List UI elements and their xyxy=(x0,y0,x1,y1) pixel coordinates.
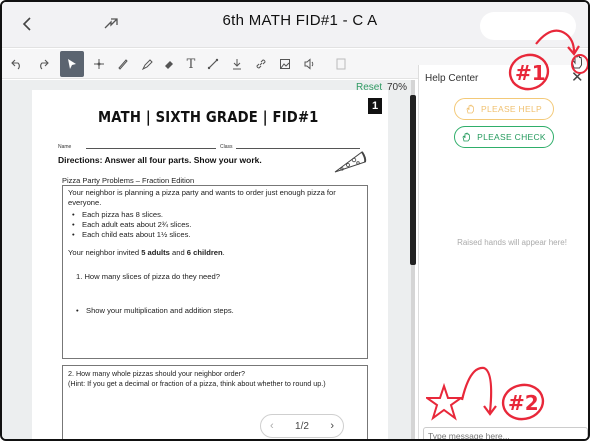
please-check-button[interactable]: PLEASE CHECK xyxy=(454,126,554,148)
page-number-badge: 1 xyxy=(368,98,382,114)
link-icon[interactable] xyxy=(250,53,272,75)
question-1-instruction: Show your multiplication and addition st… xyxy=(86,306,234,315)
app-window: 6th MATH FID#1 - C A T Reset 70% 1 MATH … xyxy=(0,0,590,441)
scrollbar-thumb[interactable] xyxy=(410,95,416,265)
share-arrow-icon xyxy=(104,18,118,29)
line-icon[interactable] xyxy=(202,53,224,75)
top-right-control[interactable] xyxy=(480,12,576,40)
audio-icon[interactable] xyxy=(298,53,320,75)
class-label: Class xyxy=(220,144,233,150)
pizza-slice-icon xyxy=(334,151,367,173)
eraser-icon[interactable] xyxy=(158,53,180,75)
please-help-label: PLEASE HELP xyxy=(481,104,542,114)
invited-text: Your neighbor invited 5 adults and 6 chi… xyxy=(68,248,225,258)
raise-hand-icon[interactable] xyxy=(570,54,586,70)
zoom-level[interactable]: 70% xyxy=(387,82,407,93)
please-check-label: PLEASE CHECK xyxy=(477,132,546,142)
raised-hand-icon xyxy=(462,132,470,142)
question-2: 2. How many whole pizzas should your nei… xyxy=(68,369,245,378)
worksheet-title: MATH | SIXTH GRADE | FID#1 xyxy=(98,108,319,126)
page-indicator: 1/2 xyxy=(295,420,309,432)
back-button[interactable] xyxy=(20,14,54,38)
directions-text: Directions: Answer all four parts. Show … xyxy=(58,155,262,165)
undo-icon[interactable] xyxy=(6,53,28,75)
help-center-panel xyxy=(418,65,588,439)
please-help-button[interactable]: PLEASE HELP xyxy=(454,98,554,120)
list-item: Each adult eats about 2¾ slices. xyxy=(82,220,192,229)
close-icon[interactable]: ✕ xyxy=(571,68,584,86)
page-icon[interactable] xyxy=(330,53,352,75)
select-pointer-icon[interactable] xyxy=(60,51,84,77)
intro-text: Your neighbor is planning a pizza party … xyxy=(68,188,336,207)
pen-icon[interactable] xyxy=(112,53,134,75)
help-center-title: Help Center xyxy=(425,73,479,84)
title-bar: 6th MATH FID#1 - C A xyxy=(2,2,588,48)
list-item: Each child eats about 1½ slices. xyxy=(82,230,191,239)
invited-prefix: Your neighbor invited xyxy=(68,248,142,257)
prev-page-button[interactable]: ‹ xyxy=(270,420,274,432)
message-input[interactable] xyxy=(423,427,588,439)
question-1: 1. How many slices of pizza do they need… xyxy=(76,272,220,281)
redo-icon[interactable] xyxy=(32,53,54,75)
bullet-dot: • xyxy=(76,306,79,315)
text-icon[interactable]: T xyxy=(180,53,202,75)
share-button[interactable] xyxy=(102,14,132,38)
document-title: 6th MATH FID#1 - C A xyxy=(222,12,378,29)
download-icon[interactable] xyxy=(226,53,248,75)
chevron-left-icon xyxy=(22,17,31,31)
move-icon[interactable] xyxy=(88,53,110,75)
invited-suffix: . xyxy=(222,248,225,257)
raised-hand-icon xyxy=(466,104,474,114)
question-2-hint: (Hint: If you get a decimal or fraction … xyxy=(68,379,326,388)
reset-button[interactable]: Reset xyxy=(356,82,382,93)
raised-hands-empty-state: Raised hands will appear here! xyxy=(457,238,567,247)
name-label: Name xyxy=(58,144,72,150)
name-line xyxy=(86,148,216,149)
page-navigator: ‹ 1/2 › xyxy=(260,414,344,438)
worksheet-subtitle: Pizza Party Problems – Fraction Edition xyxy=(62,176,195,185)
highlighter-icon[interactable] xyxy=(136,53,158,75)
invited-mid: and xyxy=(169,248,187,257)
bullet-dot: • xyxy=(72,220,75,229)
image-icon[interactable] xyxy=(274,53,296,75)
invited-children: 6 children xyxy=(186,248,223,257)
bullet-dot: • xyxy=(72,230,75,239)
list-item: Each pizza has 8 slices. xyxy=(82,210,164,219)
bullet-dot: • xyxy=(72,210,75,219)
invited-adults: 5 adults xyxy=(141,248,170,257)
next-page-button[interactable]: › xyxy=(330,420,334,432)
